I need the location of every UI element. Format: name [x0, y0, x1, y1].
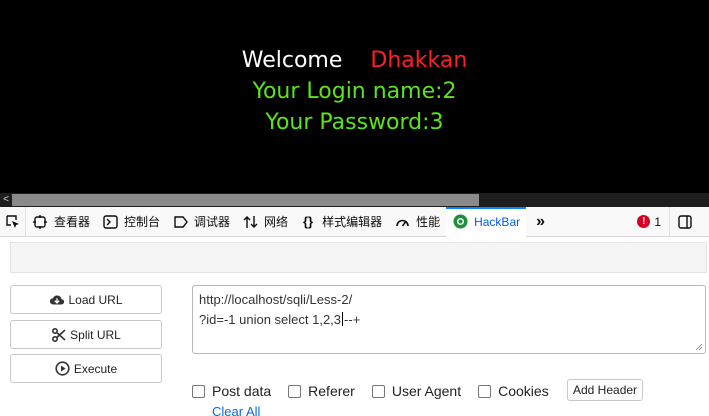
- tab-console-label: 控制台: [124, 215, 161, 229]
- network-icon: [242, 214, 258, 230]
- dock-side-icon: [677, 214, 692, 229]
- post-data-checkbox[interactable]: [192, 384, 205, 398]
- devtools-toolbar: 查看器 控制台 调试器 网络 {} 样式编辑器 性能 HackBar » ! 1: [0, 206, 709, 237]
- post-data-label: Post data: [212, 383, 272, 399]
- resize-grip-icon[interactable]: [695, 343, 703, 351]
- user-agent-checkbox[interactable]: [371, 384, 385, 398]
- execute-label: Execute: [73, 361, 118, 376]
- scrollbar-thumb[interactable]: [12, 194, 479, 206]
- split-url-button[interactable]: Split URL: [10, 320, 162, 349]
- error-count-button[interactable]: ! 1: [629, 215, 669, 229]
- tab-performance-label: 性能: [416, 215, 441, 229]
- split-url-label: Split URL: [70, 327, 121, 342]
- overflow-menu-icon[interactable]: [699, 207, 709, 237]
- text-caret: [342, 312, 344, 326]
- tab-hackbar-label: HackBar: [474, 214, 521, 229]
- request-options: Post data Referer User Agent Cookies: [192, 381, 566, 401]
- post-data-option[interactable]: Post data: [192, 383, 271, 399]
- tab-debugger[interactable]: 调试器: [166, 207, 236, 237]
- hackbar-menu-bar: [10, 242, 707, 273]
- load-url-label: Load URL: [68, 292, 123, 307]
- username-text: Dhakkan: [370, 48, 468, 73]
- hackbar-panel: Load URL Split URL Execute http://localh…: [0, 237, 709, 416]
- tab-inspector[interactable]: 查看器: [26, 207, 96, 237]
- error-icon: !: [637, 215, 651, 228]
- tab-network-label: 网络: [264, 215, 289, 229]
- scissors-icon: [51, 327, 67, 343]
- user-agent-option[interactable]: User Agent: [371, 383, 462, 399]
- tab-console[interactable]: 控制台: [96, 207, 166, 237]
- play-circle-icon: [55, 361, 71, 377]
- url-line-2-comment: --+: [344, 312, 361, 327]
- scroll-left-icon[interactable]: <: [0, 193, 12, 207]
- login-name-text: Your Login name:2: [252, 79, 457, 104]
- user-agent-label: User Agent: [391, 383, 462, 399]
- tab-inspector-label: 查看器: [54, 215, 91, 229]
- more-tabs-icon[interactable]: »: [526, 207, 552, 237]
- cloud-download-icon: [49, 292, 65, 308]
- element-picker-icon: [5, 214, 19, 228]
- tab-hackbar[interactable]: HackBar: [446, 206, 527, 237]
- welcome-line: Welcome Dhakkan: [0, 46, 709, 76]
- dock-toggle-button[interactable]: [669, 206, 699, 237]
- add-header-button[interactable]: Add Header: [567, 379, 644, 401]
- page-viewport: Welcome Dhakkan Your Login name:2 Your Pa…: [0, 0, 709, 193]
- inspector-icon: [32, 214, 48, 230]
- error-count: 1: [654, 214, 661, 229]
- performance-icon: [394, 214, 410, 230]
- tab-debugger-label: 调试器: [194, 215, 231, 229]
- referer-label: Referer: [308, 383, 355, 399]
- cookies-checkbox[interactable]: [478, 384, 492, 398]
- password-text: Your Password:3: [265, 110, 444, 135]
- element-picker-button[interactable]: [0, 206, 26, 237]
- referer-checkbox[interactable]: [288, 384, 302, 398]
- debugger-icon: [172, 214, 188, 230]
- cookies-option[interactable]: Cookies: [478, 383, 549, 399]
- load-url-button[interactable]: Load URL: [10, 285, 162, 314]
- tab-performance[interactable]: 性能: [388, 207, 446, 237]
- referer-option[interactable]: Referer: [288, 383, 355, 399]
- horizontal-scrollbar[interactable]: <: [0, 193, 709, 207]
- style-editor-icon: {}: [303, 214, 314, 229]
- cookies-label: Cookies: [498, 383, 549, 399]
- url-textarea[interactable]: http://localhost/sqli/Less-2/ ?id=-1 uni…: [192, 285, 706, 354]
- url-line-2-query: ?id=-1 union select 1,2,3: [199, 312, 342, 327]
- tab-style-editor[interactable]: {} 样式编辑器: [294, 207, 388, 237]
- welcome-text: Welcome: [241, 48, 343, 73]
- url-line-2: ?id=-1 union select 1,2,3 --+: [199, 310, 699, 330]
- tab-network[interactable]: 网络: [236, 207, 294, 237]
- console-icon: [102, 214, 118, 230]
- url-line-1: http://localhost/sqli/Less-2/: [199, 292, 353, 307]
- execute-button[interactable]: Execute: [10, 354, 162, 383]
- tab-style-editor-label: 样式编辑器: [322, 215, 383, 229]
- clear-all-link[interactable]: Clear All: [212, 404, 260, 416]
- hackbar-icon: [452, 214, 468, 230]
